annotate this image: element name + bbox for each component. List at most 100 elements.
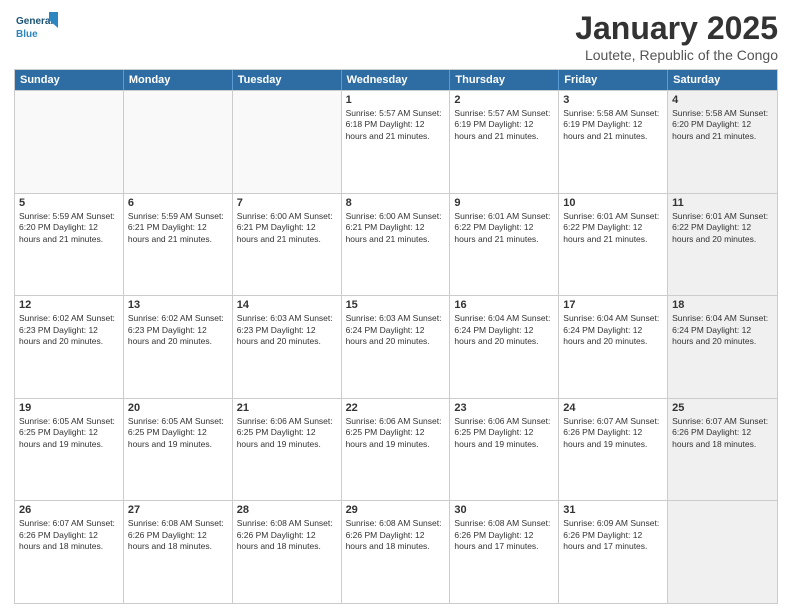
- day-cell-5: 5 Sunrise: 5:59 AM Sunset: 6:20 PM Daylig…: [15, 194, 124, 296]
- day-number: 10: [563, 197, 663, 209]
- day-cell-23: 23 Sunrise: 6:06 AM Sunset: 6:25 PM Dayli…: [450, 399, 559, 501]
- day-info: Sunrise: 5:57 AM Sunset: 6:18 PM Dayligh…: [346, 108, 446, 142]
- empty-cell-4-6: [668, 501, 777, 603]
- day-number: 16: [454, 299, 554, 311]
- svg-text:Blue: Blue: [16, 29, 38, 40]
- day-number: 25: [672, 402, 773, 414]
- header-cell-wednesday: Wednesday: [342, 70, 451, 90]
- day-number: 4: [672, 94, 773, 106]
- day-cell-26: 26Sunrise: 6:07 AM Sunset: 6:26 PM Dayli…: [15, 501, 124, 603]
- day-info: Sunrise: 6:07 AM Sunset: 6:26 PM Dayligh…: [672, 416, 773, 450]
- day-info: Sunrise: 6:01 AM Sunset: 6:22 PM Dayligh…: [672, 211, 773, 245]
- day-number: 30: [454, 504, 554, 516]
- day-number: 24: [563, 402, 663, 414]
- day-info: Sunrise: 6:04 AM Sunset: 6:24 PM Dayligh…: [563, 313, 663, 347]
- day-cell-15: 15 Sunrise: 6:03 AM Sunset: 6:24 PM Dayli…: [342, 296, 451, 398]
- day-cell-24: 24 Sunrise: 6:07 AM Sunset: 6:26 PM Dayli…: [559, 399, 668, 501]
- day-cell-27: 27Sunrise: 6:08 AM Sunset: 6:26 PM Dayli…: [124, 501, 233, 603]
- day-info: Sunrise: 6:03 AM Sunset: 6:23 PM Dayligh…: [237, 313, 337, 347]
- day-info: Sunrise: 6:07 AM Sunset: 6:26 PM Dayligh…: [563, 416, 663, 450]
- day-number: 26: [19, 504, 119, 516]
- day-number: 21: [237, 402, 337, 414]
- day-info: Sunrise: 6:03 AM Sunset: 6:24 PM Dayligh…: [346, 313, 446, 347]
- week-row-1: 1 Sunrise: 5:57 AM Sunset: 6:18 PM Daylig…: [15, 90, 777, 193]
- day-cell-30: 30 Sunrise: 6:08 AM Sunset: 6:26 PM Dayli…: [450, 501, 559, 603]
- day-cell-4: 4 Sunrise: 5:58 AM Sunset: 6:20 PM Daylig…: [668, 91, 777, 193]
- day-info: Sunrise: 6:08 AM Sunset: 6:26 PM Dayligh…: [237, 518, 337, 552]
- day-number: 7: [237, 197, 337, 209]
- day-cell-14: 14 Sunrise: 6:03 AM Sunset: 6:23 PM Dayli…: [233, 296, 342, 398]
- day-cell-28: 28 Sunrise: 6:08 AM Sunset: 6:26 PM Dayli…: [233, 501, 342, 603]
- day-number: 12: [19, 299, 119, 311]
- day-info: Sunrise: 6:08 AM Sunset: 6:26 PM Dayligh…: [454, 518, 554, 552]
- header-cell-saturday: Saturday: [668, 70, 777, 90]
- day-number: 19: [19, 402, 119, 414]
- day-info: Sunrise: 5:58 AM Sunset: 6:20 PM Dayligh…: [672, 108, 773, 142]
- day-info: Sunrise: 5:58 AM Sunset: 6:19 PM Dayligh…: [563, 108, 663, 142]
- day-cell-11: 11 Sunrise: 6:01 AM Sunset: 6:22 PM Dayli…: [668, 194, 777, 296]
- day-number: 6: [128, 197, 228, 209]
- day-number: 17: [563, 299, 663, 311]
- day-number: 11: [672, 197, 773, 209]
- day-info: Sunrise: 6:02 AM Sunset: 6:23 PM Dayligh…: [19, 313, 119, 347]
- day-number: 3: [563, 94, 663, 106]
- day-cell-21: 21 Sunrise: 6:06 AM Sunset: 6:25 PM Dayli…: [233, 399, 342, 501]
- day-info: Sunrise: 6:06 AM Sunset: 6:25 PM Dayligh…: [454, 416, 554, 450]
- day-info: Sunrise: 6:00 AM Sunset: 6:21 PM Dayligh…: [237, 211, 337, 245]
- calendar-body: 1 Sunrise: 5:57 AM Sunset: 6:18 PM Daylig…: [15, 90, 777, 603]
- day-cell-2: 2 Sunrise: 5:57 AM Sunset: 6:19 PM Daylig…: [450, 91, 559, 193]
- logo: General Blue: [14, 10, 58, 46]
- day-info: Sunrise: 5:59 AM Sunset: 6:20 PM Dayligh…: [19, 211, 119, 245]
- day-number: 8: [346, 197, 446, 209]
- day-number: 2: [454, 94, 554, 106]
- week-row-2: 5 Sunrise: 5:59 AM Sunset: 6:20 PM Daylig…: [15, 193, 777, 296]
- svg-text:General: General: [16, 16, 53, 27]
- header: General Blue January 2025 Loutete, Repub…: [14, 10, 778, 63]
- empty-cell-0-1: [124, 91, 233, 193]
- day-number: 1: [346, 94, 446, 106]
- calendar: SundayMondayTuesdayWednesdayThursdayFrid…: [14, 69, 778, 604]
- day-number: 14: [237, 299, 337, 311]
- header-cell-sunday: Sunday: [15, 70, 124, 90]
- day-number: 15: [346, 299, 446, 311]
- day-number: 27: [128, 504, 228, 516]
- day-number: 31: [563, 504, 663, 516]
- day-info: Sunrise: 6:09 AM Sunset: 6:26 PM Dayligh…: [563, 518, 663, 552]
- day-cell-25: 25 Sunrise: 6:07 AM Sunset: 6:26 PM Dayli…: [668, 399, 777, 501]
- day-cell-8: 8Sunrise: 6:00 AM Sunset: 6:21 PM Daylig…: [342, 194, 451, 296]
- day-info: Sunrise: 6:01 AM Sunset: 6:22 PM Dayligh…: [563, 211, 663, 245]
- title-block: January 2025 Loutete, Republic of the Co…: [575, 10, 778, 63]
- day-cell-6: 6Sunrise: 5:59 AM Sunset: 6:21 PM Daylig…: [124, 194, 233, 296]
- empty-cell-0-2: [233, 91, 342, 193]
- day-info: Sunrise: 5:57 AM Sunset: 6:19 PM Dayligh…: [454, 108, 554, 142]
- week-row-5: 26Sunrise: 6:07 AM Sunset: 6:26 PM Dayli…: [15, 500, 777, 603]
- day-cell-10: 10 Sunrise: 6:01 AM Sunset: 6:22 PM Dayli…: [559, 194, 668, 296]
- day-info: Sunrise: 6:08 AM Sunset: 6:26 PM Dayligh…: [346, 518, 446, 552]
- day-info: Sunrise: 6:02 AM Sunset: 6:23 PM Dayligh…: [128, 313, 228, 347]
- day-info: Sunrise: 6:06 AM Sunset: 6:25 PM Dayligh…: [237, 416, 337, 450]
- day-info: Sunrise: 6:06 AM Sunset: 6:25 PM Dayligh…: [346, 416, 446, 450]
- day-number: 5: [19, 197, 119, 209]
- day-cell-31: 31 Sunrise: 6:09 AM Sunset: 6:26 PM Dayli…: [559, 501, 668, 603]
- day-number: 20: [128, 402, 228, 414]
- day-number: 28: [237, 504, 337, 516]
- day-cell-7: 7 Sunrise: 6:00 AM Sunset: 6:21 PM Daylig…: [233, 194, 342, 296]
- day-cell-12: 12 Sunrise: 6:02 AM Sunset: 6:23 PM Dayli…: [15, 296, 124, 398]
- day-cell-22: 22Sunrise: 6:06 AM Sunset: 6:25 PM Dayli…: [342, 399, 451, 501]
- calendar-title: January 2025: [575, 10, 778, 47]
- day-cell-20: 20Sunrise: 6:05 AM Sunset: 6:25 PM Dayli…: [124, 399, 233, 501]
- day-cell-1: 1 Sunrise: 5:57 AM Sunset: 6:18 PM Daylig…: [342, 91, 451, 193]
- day-cell-13: 13Sunrise: 6:02 AM Sunset: 6:23 PM Dayli…: [124, 296, 233, 398]
- day-info: Sunrise: 6:05 AM Sunset: 6:25 PM Dayligh…: [19, 416, 119, 450]
- day-cell-19: 19 Sunrise: 6:05 AM Sunset: 6:25 PM Dayli…: [15, 399, 124, 501]
- day-cell-29: 29 Sunrise: 6:08 AM Sunset: 6:26 PM Dayli…: [342, 501, 451, 603]
- day-number: 23: [454, 402, 554, 414]
- day-info: Sunrise: 6:01 AM Sunset: 6:22 PM Dayligh…: [454, 211, 554, 245]
- day-info: Sunrise: 6:04 AM Sunset: 6:24 PM Dayligh…: [672, 313, 773, 347]
- logo-svg: General Blue: [14, 10, 58, 46]
- week-row-3: 12 Sunrise: 6:02 AM Sunset: 6:23 PM Dayli…: [15, 295, 777, 398]
- header-cell-thursday: Thursday: [450, 70, 559, 90]
- week-row-4: 19 Sunrise: 6:05 AM Sunset: 6:25 PM Dayli…: [15, 398, 777, 501]
- day-number: 29: [346, 504, 446, 516]
- day-number: 18: [672, 299, 773, 311]
